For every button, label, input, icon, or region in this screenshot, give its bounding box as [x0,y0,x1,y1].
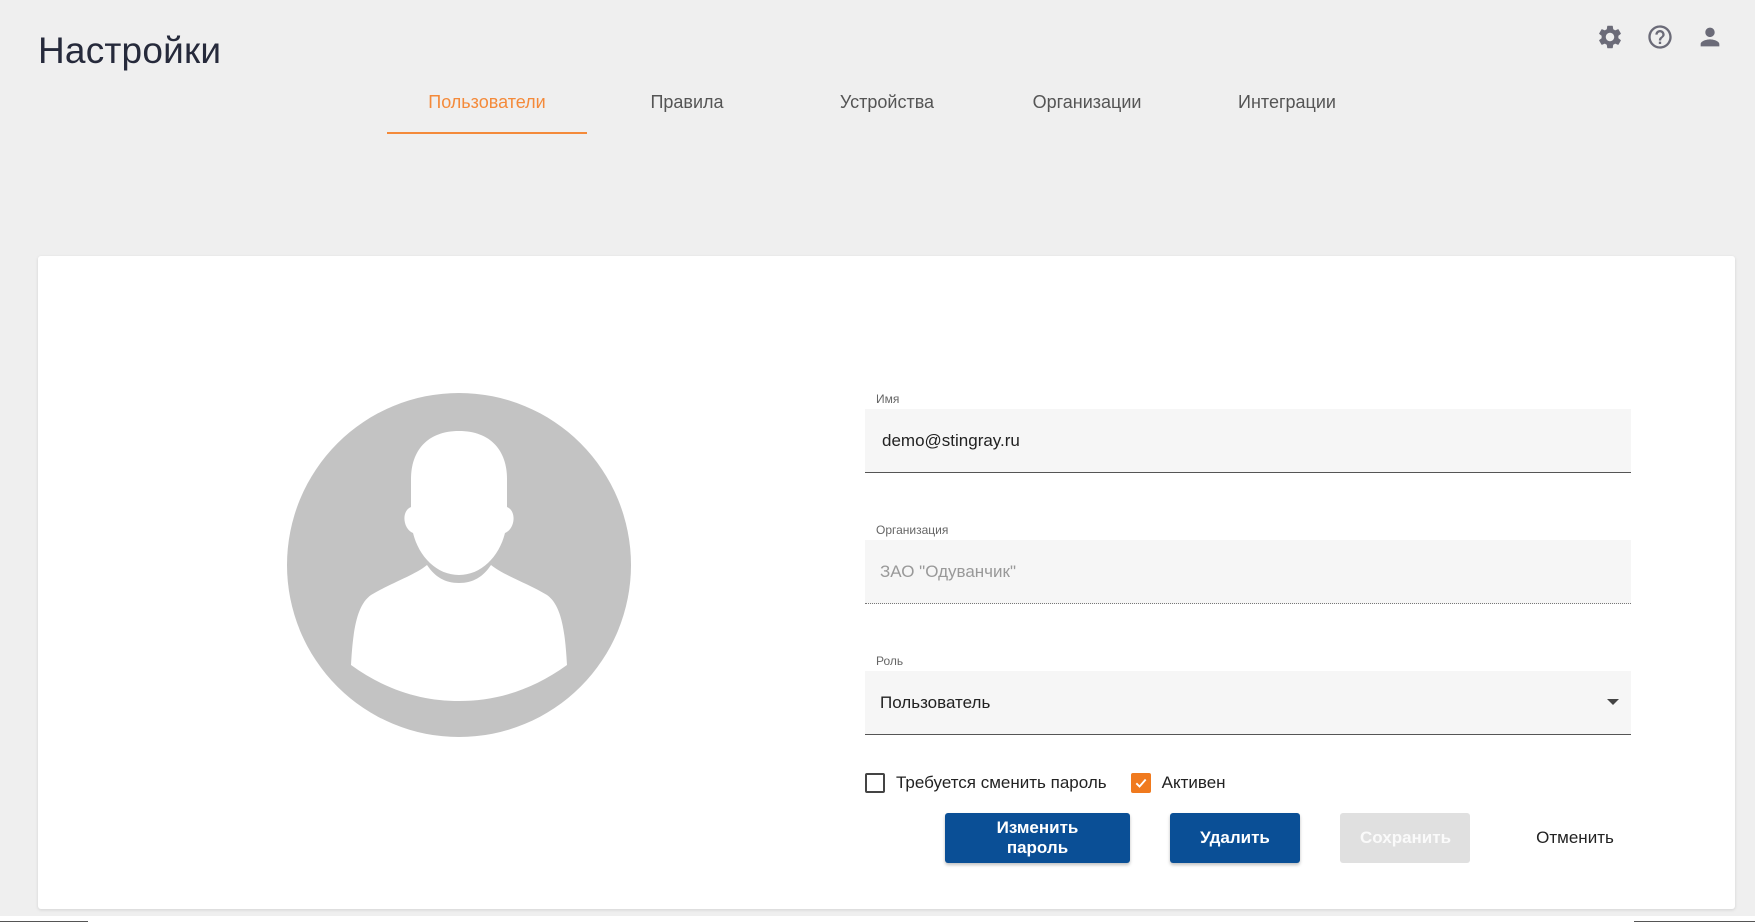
role-label: Роль [876,654,904,668]
change-password-button[interactable]: Изменить пароль [945,813,1130,863]
save-button[interactable]: Сохранить [1340,813,1470,863]
divider [0,921,88,922]
tab-devices[interactable]: Устройства [787,82,987,134]
tab-rules[interactable]: Правила [587,82,787,134]
divider [1634,921,1755,922]
user-form: Имя Организация ЗАО "Одуванчик" Роль Пол… [865,392,1631,793]
name-label: Имя [876,392,900,406]
action-buttons: Изменить пароль Удалить Сохранить Отмени… [945,813,1640,863]
cancel-button[interactable]: Отменить [1510,813,1640,863]
user-card: Имя Организация ЗАО "Одуванчик" Роль Пол… [38,256,1735,909]
require-password-change-label: Требуется сменить пароль [896,773,1107,792]
avatar [287,393,631,737]
name-field-box[interactable] [865,409,1631,473]
organization-label: Организация [876,523,949,537]
chevron-down-icon[interactable] [1607,699,1619,705]
checkbox-icon[interactable] [865,773,885,793]
user-silhouette-icon [351,431,567,701]
role-select[interactable]: Пользователь [865,671,1631,735]
bottom-content-strip [0,916,1755,924]
organization-field-group: Организация ЗАО "Одуванчик" [865,523,1631,604]
page-title: Настройки [38,30,222,71]
delete-button[interactable]: Удалить [1170,813,1300,863]
role-field-group: Роль Пользователь [865,654,1631,735]
active-label: Активен [1161,773,1226,792]
checkbox-checked-icon[interactable] [1130,773,1151,793]
require-password-change-checkbox[interactable]: Требуется сменить пароль [865,773,1107,793]
name-input[interactable] [880,429,1616,452]
tab-organizations[interactable]: Организации [987,82,1187,134]
organization-value: ЗАО "Одуванчик" [880,561,1016,581]
role-value: Пользователь [880,692,991,712]
tab-users[interactable]: Пользователи [387,82,587,134]
checkbox-row: Требуется сменить пароль Активен [865,773,1631,793]
organization-field: ЗАО "Одуванчик" [865,540,1631,604]
account-icon[interactable] [1695,22,1725,52]
help-icon[interactable] [1645,22,1675,52]
top-toolbar [1595,22,1725,52]
settings-tabs: Пользователи Правила Устройства Организа… [387,82,1387,134]
name-field-group: Имя [865,392,1631,473]
gear-icon[interactable] [1595,22,1625,52]
active-checkbox[interactable]: Активен [1130,773,1226,793]
tab-integrations[interactable]: Интеграции [1187,82,1387,134]
